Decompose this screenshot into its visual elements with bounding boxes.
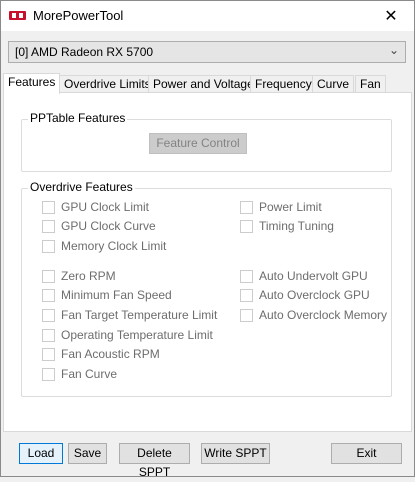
checkbox-timing-tuning[interactable]: Timing Tuning <box>240 218 334 234</box>
checkbox-box[interactable] <box>240 288 253 302</box>
feature-control-button[interactable]: Feature Control <box>149 133 247 154</box>
checkbox-fan-acoustic-rpm[interactable]: Fan Acoustic RPM <box>42 346 160 362</box>
checkbox-fan-curve[interactable]: Fan Curve <box>42 366 117 382</box>
tab-power-and-voltage[interactable]: Power and Voltage <box>148 75 259 93</box>
checkbox-label: Auto Overclock GPU <box>259 288 370 302</box>
checkbox-label: Power Limit <box>259 200 322 214</box>
overdrive-features-group: Overdrive Features GPU Clock Limit GPU C… <box>21 180 392 397</box>
checkbox-minimum-fan-speed[interactable]: Minimum Fan Speed <box>42 287 172 303</box>
checkbox-box[interactable] <box>42 308 55 322</box>
checkbox-box[interactable] <box>42 239 55 253</box>
pptable-features-title: PPTable Features <box>28 111 128 125</box>
tab-features[interactable]: Features <box>3 73 61 94</box>
checkbox-label: Fan Acoustic RPM <box>61 347 160 361</box>
checkbox-box[interactable] <box>42 328 55 342</box>
checkbox-label: GPU Clock Curve <box>61 219 156 233</box>
checkbox-box[interactable] <box>42 367 55 381</box>
write-sppt-button[interactable]: Write SPPT <box>201 443 270 464</box>
checkbox-box[interactable] <box>42 219 55 233</box>
checkbox-label: Auto Overclock Memory <box>259 308 388 322</box>
app-logo-icon <box>9 11 26 20</box>
checkbox-gpu-clock-limit[interactable]: GPU Clock Limit <box>42 199 149 215</box>
close-button[interactable]: ✕ <box>368 1 414 31</box>
checkbox-box[interactable] <box>42 288 55 302</box>
checkbox-auto-undervolt-gpu[interactable]: Auto Undervolt GPU <box>240 268 368 284</box>
checkbox-box[interactable] <box>42 347 55 361</box>
checkbox-power-limit[interactable]: Power Limit <box>240 199 322 215</box>
exit-button[interactable]: Exit <box>331 443 402 464</box>
chevron-down-icon: ⌄ <box>388 43 399 57</box>
checkbox-auto-overclock-memory[interactable]: Auto Overclock Memory <box>240 307 387 323</box>
tab-strip: Features Overdrive Limits Power and Volt… <box>3 73 413 94</box>
tab-frequency[interactable]: Frequency <box>250 75 317 93</box>
checkbox-box[interactable] <box>240 200 253 214</box>
checkbox-fan-target-temperature-limit[interactable]: Fan Target Temperature Limit <box>42 307 217 323</box>
overdrive-features-title: Overdrive Features <box>28 180 135 194</box>
save-button[interactable]: Save <box>68 443 107 464</box>
gpu-select-value: [0] AMD Radeon RX 5700 <box>15 45 154 59</box>
delete-sppt-button[interactable]: Delete SPPT <box>119 443 190 479</box>
title-bar[interactable]: MorePowerTool ✕ <box>1 1 414 31</box>
checkbox-box[interactable] <box>240 308 253 322</box>
checkbox-label: Fan Target Temperature Limit <box>61 308 218 322</box>
checkbox-label: GPU Clock Limit <box>61 200 150 214</box>
features-panel: PPTable Features Feature Control Overdri… <box>3 92 412 432</box>
pptable-features-group: PPTable Features Feature Control <box>21 111 392 172</box>
checkbox-label: Memory Clock Limit <box>61 239 167 253</box>
checkbox-memory-clock-limit[interactable]: Memory Clock Limit <box>42 238 166 254</box>
checkbox-zero-rpm[interactable]: Zero RPM <box>42 268 116 284</box>
gpu-select[interactable]: [0] AMD Radeon RX 5700 ⌄ <box>8 41 406 63</box>
tab-overdrive-limits[interactable]: Overdrive Limits <box>59 75 156 93</box>
checkbox-label: Minimum Fan Speed <box>61 288 172 302</box>
checkbox-box[interactable] <box>42 200 55 214</box>
checkbox-box[interactable] <box>240 219 253 233</box>
checkbox-label: Operating Temperature Limit <box>61 328 213 342</box>
app-window: MorePowerTool ✕ [0] AMD Radeon RX 5700 ⌄… <box>0 0 415 479</box>
checkbox-label: Fan Curve <box>61 367 118 381</box>
load-button[interactable]: Load <box>19 443 63 464</box>
checkbox-auto-overclock-gpu[interactable]: Auto Overclock GPU <box>240 287 370 303</box>
checkbox-label: Auto Undervolt GPU <box>259 269 368 283</box>
window-title: MorePowerTool <box>33 8 124 23</box>
checkbox-box[interactable] <box>42 269 55 283</box>
checkbox-gpu-clock-curve[interactable]: GPU Clock Curve <box>42 218 156 234</box>
checkbox-box[interactable] <box>240 269 253 283</box>
checkbox-operating-temperature-limit[interactable]: Operating Temperature Limit <box>42 327 213 343</box>
checkbox-label: Zero RPM <box>61 269 116 283</box>
checkbox-label: Timing Tuning <box>259 219 334 233</box>
tab-curve[interactable]: Curve <box>312 75 355 93</box>
close-icon: ✕ <box>384 8 398 25</box>
tab-fan[interactable]: Fan <box>355 75 386 93</box>
